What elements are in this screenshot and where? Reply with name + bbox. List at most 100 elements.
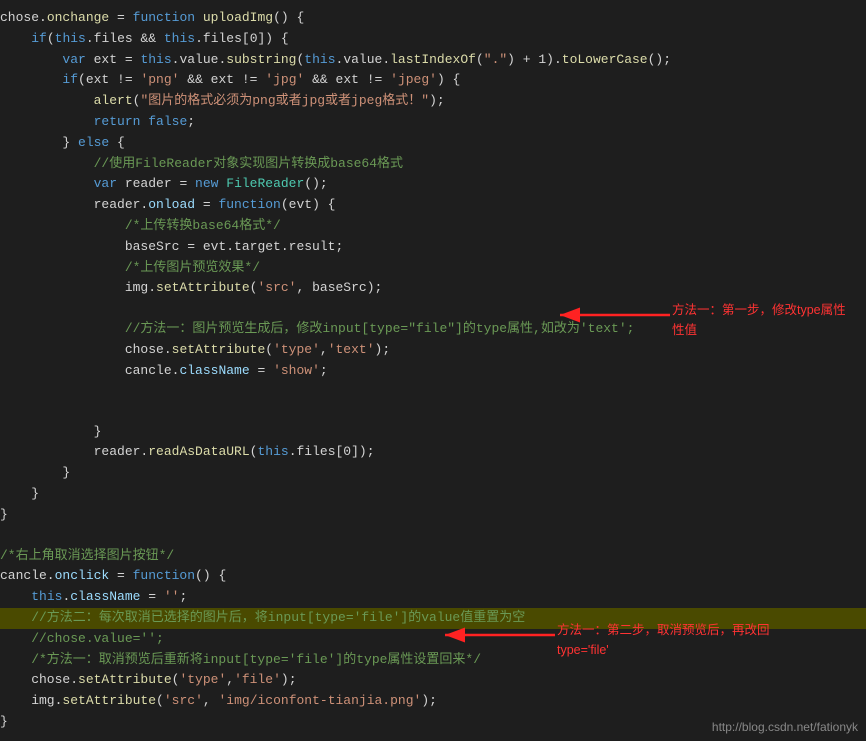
token-plain: ( (476, 52, 484, 67)
line-content: /*方法一：取消预览后重新将input[type='file']的type属性设… (0, 650, 866, 671)
token-kw: return (94, 114, 141, 129)
token-str: 'img/iconfont-tianjia.png' (218, 693, 421, 708)
line-content: if(ext != 'png' && ext != 'jpg' && ext !… (0, 70, 866, 91)
token-plain: chose. (0, 672, 78, 687)
token-cmt: /*右上角取消选择图片按钮*/ (0, 548, 174, 563)
line-content: //方法一：图片预览生成后，修改input[type="file"]的type属… (0, 319, 866, 340)
code-line: //方法一：图片预览生成后，修改input[type="file"]的type属… (0, 319, 866, 340)
token-plain (0, 72, 62, 87)
token-plain: ( (47, 31, 55, 46)
token-str: "." (484, 52, 507, 67)
token-plain (0, 31, 31, 46)
token-kw: new (195, 176, 218, 191)
token-plain: } (0, 465, 70, 480)
token-plain: ( (265, 342, 273, 357)
token-plain: ext = (86, 52, 141, 67)
token-fn: setAttribute (156, 280, 250, 295)
code-line: //使用FileReader对象实现图片转换成base64格式 (0, 154, 866, 175)
token-plain: = (195, 197, 218, 212)
line-content: //使用FileReader对象实现图片转换成base64格式 (0, 154, 866, 175)
token-str: 'jpeg' (390, 72, 437, 87)
token-plain: ) { (437, 72, 460, 87)
line-content: baseSrc = evt.target.result; (0, 237, 866, 258)
token-plain: cancle. (0, 568, 55, 583)
token-plain (0, 589, 31, 604)
token-plain: cancle. (0, 363, 179, 378)
code-line: /*方法一：取消预览后重新将input[type='file']的type属性设… (0, 650, 866, 671)
token-kw: var (94, 176, 117, 191)
token-plain: = (140, 589, 163, 604)
code-line: //chose.value=''; (0, 629, 866, 650)
token-cls: FileReader (226, 176, 304, 191)
code-line: chose.setAttribute('type','text'); (0, 340, 866, 361)
token-plain: { (109, 135, 125, 150)
code-line: chose.onchange = function uploadImg() { (0, 8, 866, 29)
token-plain: ); (429, 93, 445, 108)
token-kw: this (164, 31, 195, 46)
code-line: chose.setAttribute('type','file'); (0, 670, 866, 691)
line-content: chose.onchange = function uploadImg() { (0, 8, 866, 29)
line-content: return false; (0, 112, 866, 133)
code-container: chose.onchange = function uploadImg() { … (0, 0, 866, 741)
token-str: 'type' (273, 342, 320, 357)
token-plain: .files[0]); (289, 444, 375, 459)
token-plain: chose. (0, 10, 47, 25)
code-line (0, 299, 866, 319)
token-kw: var (62, 52, 85, 67)
line-content: cancle.onclick = function() { (0, 566, 866, 587)
line-content: } else { (0, 133, 866, 154)
code-line (0, 526, 866, 546)
token-fn: setAttribute (78, 672, 172, 687)
token-plain: chose. (0, 342, 172, 357)
token-str: 'type' (179, 672, 226, 687)
token-plain: } (0, 424, 101, 439)
line-content: /*上传转换base64格式*/ (0, 216, 866, 237)
token-plain: && ext != (304, 72, 390, 87)
token-fn: alert (94, 93, 133, 108)
code-line: this.className = ''; (0, 587, 866, 608)
line-content: } (0, 505, 866, 526)
line-content (0, 526, 866, 546)
token-plain: , (320, 342, 328, 357)
footer-url: http://blog.csdn.net/fationyk (704, 714, 866, 741)
token-kw: else (78, 135, 109, 150)
line-content: this.className = ''; (0, 587, 866, 608)
token-plain: ) + 1). (507, 52, 562, 67)
token-kw: this (257, 444, 288, 459)
token-plain (0, 52, 62, 67)
token-plain (0, 93, 94, 108)
token-cmt: //chose.value=''; (0, 631, 164, 646)
token-kw: function (133, 568, 195, 583)
code-line: } (0, 463, 866, 484)
token-str: 'src' (164, 693, 203, 708)
token-cmt: /*上传转换base64格式*/ (0, 218, 281, 233)
token-fn: toLowerCase (562, 52, 648, 67)
token-cmt: /*上传图片预览效果*/ (0, 260, 260, 275)
token-plain: reader = (117, 176, 195, 191)
code-line: //方法二：每次取消已选择的图片后，将input[type='file']的va… (0, 608, 866, 629)
code-line: reader.readAsDataURL(this.files[0]); (0, 442, 866, 463)
code-line: } (0, 505, 866, 526)
token-plain: (); (304, 176, 327, 191)
token-kw: if (31, 31, 47, 46)
line-content: //chose.value=''; (0, 629, 866, 650)
line-content: alert("图片的格式必须为png或者jpg或者jpeg格式！"); (0, 91, 866, 112)
line-content: img.setAttribute('src', baseSrc); (0, 278, 866, 299)
token-plain: img. (0, 280, 156, 295)
line-content (0, 382, 866, 402)
code-line: return false; (0, 112, 866, 133)
token-kw: this (304, 52, 335, 67)
token-fn: uploadImg (203, 10, 273, 25)
token-kw: this (55, 31, 86, 46)
lines-container: chose.onchange = function uploadImg() { … (0, 8, 866, 733)
code-line: /*上传图片预览效果*/ (0, 258, 866, 279)
token-str: 'text' (328, 342, 375, 357)
code-line (0, 402, 866, 422)
code-line: cancle.onclick = function() { (0, 566, 866, 587)
token-cmt: /*方法一：取消预览后重新将input[type='file']的type属性设… (0, 652, 481, 667)
code-line: if(this.files && this.files[0]) { (0, 29, 866, 50)
token-plain: } (0, 714, 8, 729)
token-plain (0, 176, 94, 191)
token-plain: reader. (0, 444, 148, 459)
code-line: /*右上角取消选择图片按钮*/ (0, 546, 866, 567)
